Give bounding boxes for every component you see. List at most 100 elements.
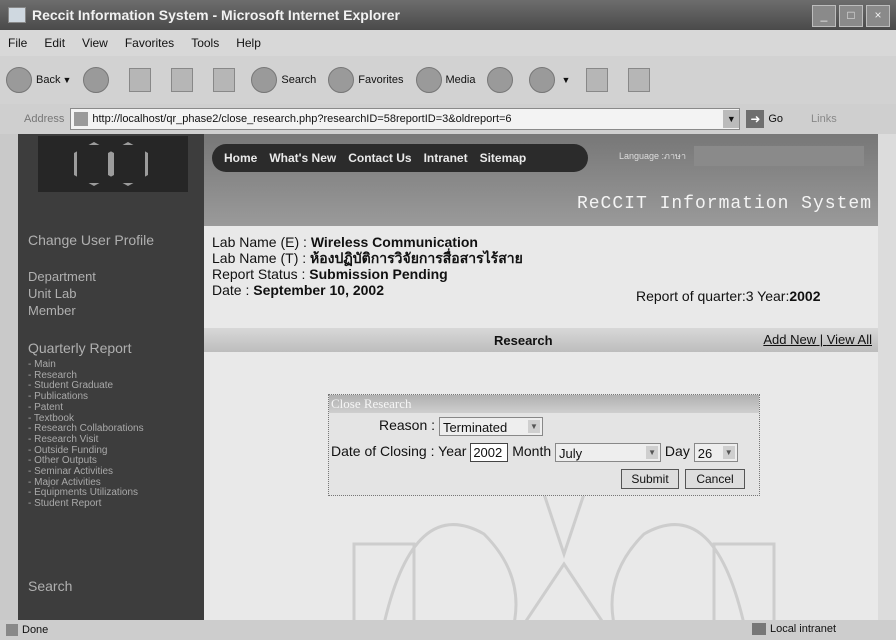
address-input[interactable]: http://localhost/qr_phase2/close_researc…	[70, 108, 741, 130]
vertical-scrollbar[interactable]	[878, 134, 896, 620]
day-value: 26	[697, 446, 713, 461]
menu-help[interactable]: Help	[236, 36, 261, 50]
media-icon	[415, 67, 442, 93]
web-content: Change User Profile Department Unit Lab …	[18, 134, 878, 620]
chevron-down-icon: ▼	[527, 420, 540, 433]
page-icon	[74, 112, 89, 126]
quarter-label: Report of quarter:	[636, 288, 746, 304]
chevron-down-icon: ▼	[561, 75, 571, 85]
print-button[interactable]	[582, 68, 612, 92]
nav-contact-us[interactable]: Contact Us	[348, 151, 411, 165]
month-label: Month	[512, 443, 552, 460]
refresh-icon	[171, 68, 194, 92]
print-icon	[586, 68, 609, 92]
media-button[interactable]: Media	[415, 67, 475, 93]
maximize-button[interactable]: □	[839, 5, 863, 27]
page-done-icon	[6, 624, 18, 636]
window-title: Reccit Information System - Microsoft In…	[32, 7, 400, 23]
site-title: ReCCIT Information System	[576, 194, 872, 214]
site-logo	[38, 136, 188, 192]
edit-icon	[628, 68, 651, 92]
sidebar-item-student-report[interactable]: - Student Report	[28, 498, 144, 510]
site-header: Home What's New Contact Us Intranet Site…	[204, 134, 878, 226]
sidebar-item-patent[interactable]: - Patent	[28, 402, 144, 414]
back-button[interactable]: Back ▼	[6, 67, 71, 93]
favorites-label: Favorites	[358, 74, 404, 86]
search-link[interactable]: Search	[28, 578, 72, 594]
menu-view[interactable]: View	[82, 36, 108, 50]
stop-button[interactable]	[125, 68, 155, 92]
sidebar-item-department[interactable]: Department	[28, 268, 96, 285]
status-bar: Done Local intranet	[0, 620, 896, 640]
day-select[interactable]: 26 ▼	[693, 443, 738, 462]
research-heading: Research	[494, 333, 553, 348]
nav-intranet[interactable]: Intranet	[424, 151, 468, 165]
reason-select[interactable]: Terminated ▼	[438, 417, 543, 436]
nav-sitemap[interactable]: Sitemap	[480, 151, 527, 165]
home-icon	[213, 68, 236, 92]
sidebar-item-unit-lab[interactable]: Unit Lab	[28, 285, 96, 302]
add-new-link[interactable]: Add New	[763, 332, 816, 347]
close-research-title: Close Research	[329, 395, 759, 413]
home-button[interactable]	[209, 68, 239, 92]
nav-home[interactable]: Home	[224, 151, 257, 165]
go-button[interactable]: ➜ Go	[746, 110, 783, 128]
search-label: Search	[281, 74, 317, 86]
edit-button[interactable]	[624, 68, 654, 92]
forward-button[interactable]	[83, 67, 113, 93]
day-label: Day	[664, 443, 690, 460]
refresh-button[interactable]	[167, 68, 197, 92]
menu-file[interactable]: File	[8, 36, 27, 50]
nav-whats-new[interactable]: What's New	[269, 151, 336, 165]
lab-name-e: Wireless Communication	[310, 234, 478, 250]
intranet-zone-icon	[751, 623, 766, 635]
status-text: Done	[22, 624, 49, 636]
menu-tools[interactable]: Tools	[191, 36, 219, 50]
search-button[interactable]: Search	[251, 67, 316, 93]
ie-icon	[8, 7, 26, 23]
menu-edit[interactable]: Edit	[44, 36, 65, 50]
history-icon	[487, 67, 514, 93]
year-label: Year:	[753, 288, 790, 304]
quarterly-report-list: - Main - Research - Student Graduate - P…	[28, 359, 144, 510]
year-value: 2002	[789, 288, 821, 304]
links-button[interactable]: Links	[811, 113, 837, 125]
cancel-button[interactable]: Cancel	[685, 469, 745, 489]
history-button[interactable]	[487, 67, 517, 93]
chevron-down-icon: ▼	[62, 75, 72, 85]
change-user-profile-link[interactable]: Change User Profile	[28, 232, 154, 248]
forward-arrow-icon	[83, 67, 110, 93]
language-selector[interactable]: Language :ภาษา	[619, 149, 686, 163]
year-input[interactable]: 2002	[470, 443, 509, 462]
close-button[interactable]: ×	[866, 5, 890, 27]
reason-row: Reason : Terminated ▼	[379, 417, 543, 436]
sidebar: Change User Profile Department Unit Lab …	[18, 134, 204, 620]
chevron-down-icon: ▼	[646, 446, 659, 459]
stop-icon	[129, 68, 152, 92]
lab-name-t: ห้องปฏิบัติการวิจัยการสื่อสารไร้สาย	[310, 250, 523, 266]
minimize-button[interactable]: _	[812, 5, 836, 27]
quarter-value: 3	[745, 288, 754, 304]
month-select[interactable]: July ▼	[555, 443, 662, 462]
submit-button[interactable]: Submit	[621, 469, 679, 489]
sidebar-item-member[interactable]: Member	[28, 302, 96, 319]
favorites-button[interactable]: Favorites	[328, 67, 404, 93]
mail-button[interactable]: ▼	[529, 67, 570, 93]
reason-value: Terminated	[442, 420, 508, 435]
lab-name-t-label: Lab Name (T) :	[212, 250, 311, 266]
header-banner	[694, 146, 864, 166]
month-value: July	[559, 446, 583, 461]
quarterly-report-heading[interactable]: Quarterly Report	[28, 340, 131, 356]
chevron-down-icon[interactable]: ▼	[723, 110, 740, 128]
main-panel: Home What's New Contact Us Intranet Site…	[204, 134, 878, 620]
menu-favorites[interactable]: Favorites	[125, 36, 174, 50]
security-zone: Local intranet	[769, 623, 836, 635]
date-of-closing-row: Date of Closing : Year 2002 Month July ▼…	[331, 443, 738, 462]
window-title-bar: Reccit Information System - Microsoft In…	[0, 0, 896, 30]
view-all-link[interactable]: View All	[827, 332, 872, 347]
lab-name-e-label: Lab Name (E) :	[212, 234, 311, 250]
back-label: Back	[36, 74, 61, 86]
report-date: September 10, 2002	[253, 282, 384, 298]
toolbar: Back ▼ Search Favorites Media ▼	[0, 56, 896, 104]
chevron-down-icon: ▼	[722, 446, 735, 459]
